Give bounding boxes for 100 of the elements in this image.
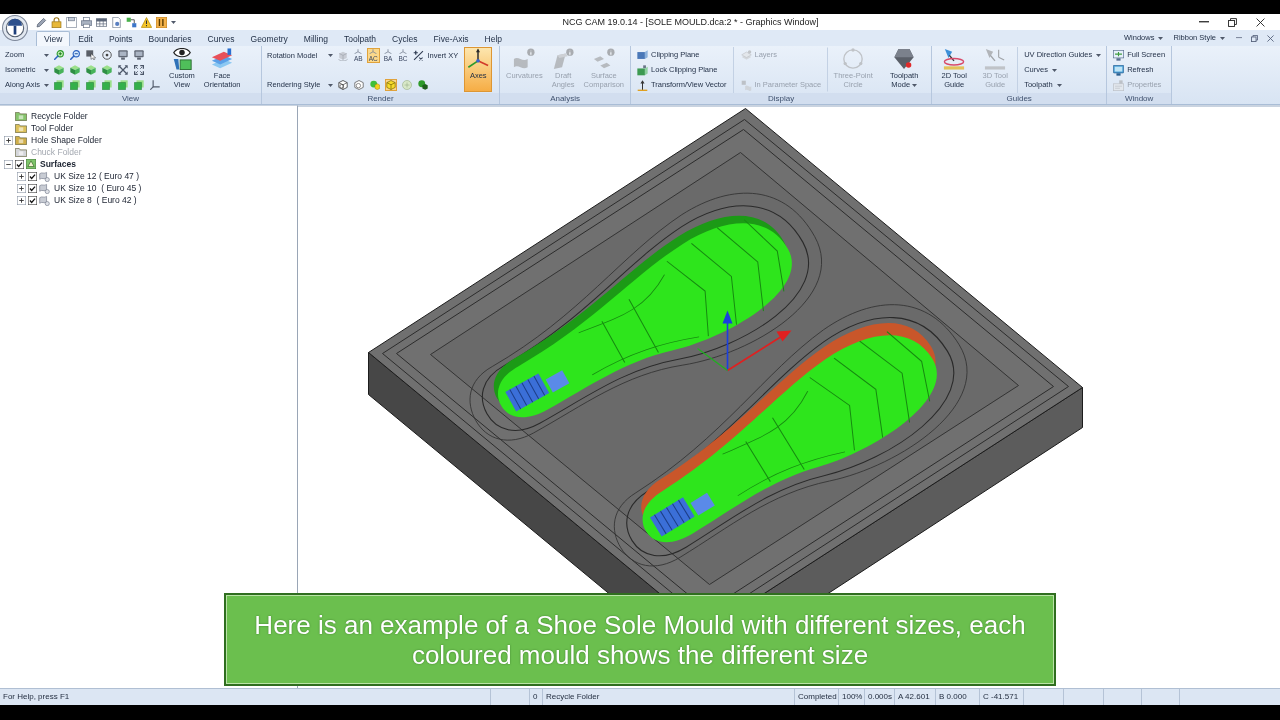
ribbon-tab[interactable]: Curves [199, 31, 243, 46]
caret-icon [328, 54, 333, 57]
ribbon-tab[interactable]: Boundaries [140, 31, 200, 46]
wireframe-icon[interactable] [353, 79, 365, 91]
pin-guide-icon [984, 48, 1007, 70]
expand-icon[interactable] [17, 195, 26, 205]
caret-icon[interactable] [171, 20, 176, 24]
caret-icon [1056, 83, 1062, 87]
bars-icon[interactable] [156, 16, 167, 28]
axis-icon[interactable] [149, 79, 161, 91]
expand-icon[interactable] [17, 171, 26, 181]
collapse-icon[interactable] [4, 159, 13, 169]
cube-icon[interactable] [85, 79, 97, 91]
cube-icon[interactable] [69, 64, 81, 76]
checkbox[interactable] [28, 183, 37, 193]
vector-icon [637, 79, 649, 91]
minimize-icon[interactable] [1199, 21, 1210, 23]
properties-icon [1113, 79, 1125, 91]
zoom-out-icon[interactable] [69, 49, 81, 61]
ribbon-tab[interactable]: Help [476, 31, 511, 46]
ribbon-tab[interactable]: Geometry [242, 31, 296, 46]
axis-icon [384, 49, 393, 54]
ribbon-tab[interactable]: View [36, 31, 71, 46]
folder-icon [15, 147, 27, 157]
tree-item[interactable]: Surfaces [40, 158, 76, 170]
screen-icon [1113, 49, 1125, 61]
checkbox[interactable] [28, 195, 37, 205]
cube-icon[interactable] [69, 79, 81, 91]
cube-icon[interactable] [117, 79, 129, 91]
cube-icon[interactable] [101, 79, 113, 91]
expand-icon[interactable] [4, 135, 13, 145]
folder-icon [15, 135, 27, 145]
surface-icon [39, 194, 50, 206]
ribbon-tab[interactable]: Points [100, 31, 141, 46]
tree-item[interactable]: UK Size 10 ( Euro 45 ) [54, 182, 142, 194]
slanted-surface-icon [552, 48, 575, 70]
caret-icon [1096, 53, 1102, 57]
surface-icon [39, 182, 50, 194]
cube-icon[interactable] [53, 64, 65, 76]
table-icon[interactable] [96, 16, 107, 28]
checkbox[interactable] [28, 171, 37, 181]
caret-icon [1220, 36, 1225, 40]
plane-icon [637, 64, 649, 76]
xyz-axes-icon [467, 48, 490, 70]
caption-banner: Here is an example of a Shoe Sole Mould with different sizes, each coloured mould shows the different size [224, 593, 1056, 686]
pencil-icon[interactable] [36, 16, 47, 28]
cross-arrows-icon[interactable] [117, 64, 129, 76]
cube-icon[interactable] [53, 79, 65, 91]
caret-icon [1051, 68, 1057, 72]
tree-item[interactable]: Tool Folder [31, 122, 74, 134]
folder-icon [15, 111, 27, 121]
caret-icon [44, 83, 49, 87]
group-title: Guides [932, 93, 1107, 104]
save-icon[interactable] [66, 16, 77, 28]
restore-icon[interactable] [1228, 17, 1237, 27]
sheets-icon [211, 48, 234, 70]
monitor-icon[interactable] [133, 49, 145, 61]
invert-icon [413, 50, 425, 61]
pin-guide-icon [943, 48, 966, 70]
wireframe-icon[interactable] [337, 79, 349, 91]
ribbon-tab[interactable]: Milling [295, 31, 336, 46]
group-title: Render [262, 93, 499, 104]
cube-icon[interactable] [85, 64, 97, 76]
window-title: NCG CAM 19.0.14 - [SOLE MOULD.dca:2 * - Graphics Window] [562, 16, 819, 28]
ribbon-tab[interactable]: Toolpath [335, 31, 385, 46]
cursor-icon[interactable] [85, 49, 97, 61]
ribbon-tab[interactable]: Cycles [384, 31, 426, 46]
tree-item[interactable]: Hole Shape Folder [31, 134, 102, 146]
tool-head-icon [893, 48, 916, 70]
tree-item[interactable]: Recycle Folder [31, 110, 88, 122]
close-icon[interactable] [1255, 17, 1265, 27]
ribbon-tab[interactable]: Five-Axis [425, 31, 477, 46]
warning-icon[interactable] [141, 16, 152, 28]
axis-icon [398, 49, 407, 54]
tree-item[interactable]: UK Size 8 ( Euro 42 ) [54, 194, 137, 206]
tree-item[interactable]: UK Size 12 ( Euro 47 ) [54, 170, 140, 182]
expand-icon[interactable] [17, 183, 26, 193]
surface-icon [39, 170, 50, 182]
parameter-icon [740, 79, 752, 91]
shaded-icon[interactable] [417, 79, 429, 91]
curved-surface-icon [513, 48, 536, 70]
corner-arrows-icon[interactable] [133, 64, 145, 76]
eye-icon [170, 48, 193, 70]
ribbon-tab[interactable]: Edit [70, 31, 101, 46]
axis-icon [369, 49, 378, 54]
cube-icon[interactable] [133, 79, 145, 91]
layers-icon [740, 49, 752, 61]
nodes-icon[interactable] [126, 16, 137, 28]
app-logo-icon[interactable] [2, 15, 28, 41]
target-icon[interactable] [101, 49, 113, 61]
circle-icon [842, 48, 865, 70]
group-title: Display [631, 93, 932, 104]
checkbox[interactable] [15, 159, 24, 169]
monitor-icon[interactable] [117, 49, 129, 61]
folder-icon [15, 123, 27, 133]
zoom-in-icon[interactable] [53, 49, 65, 61]
printer-icon[interactable] [81, 16, 92, 28]
lock-icon[interactable] [51, 16, 62, 28]
document-icon[interactable] [111, 16, 122, 28]
group-title: Analysis [500, 93, 631, 104]
